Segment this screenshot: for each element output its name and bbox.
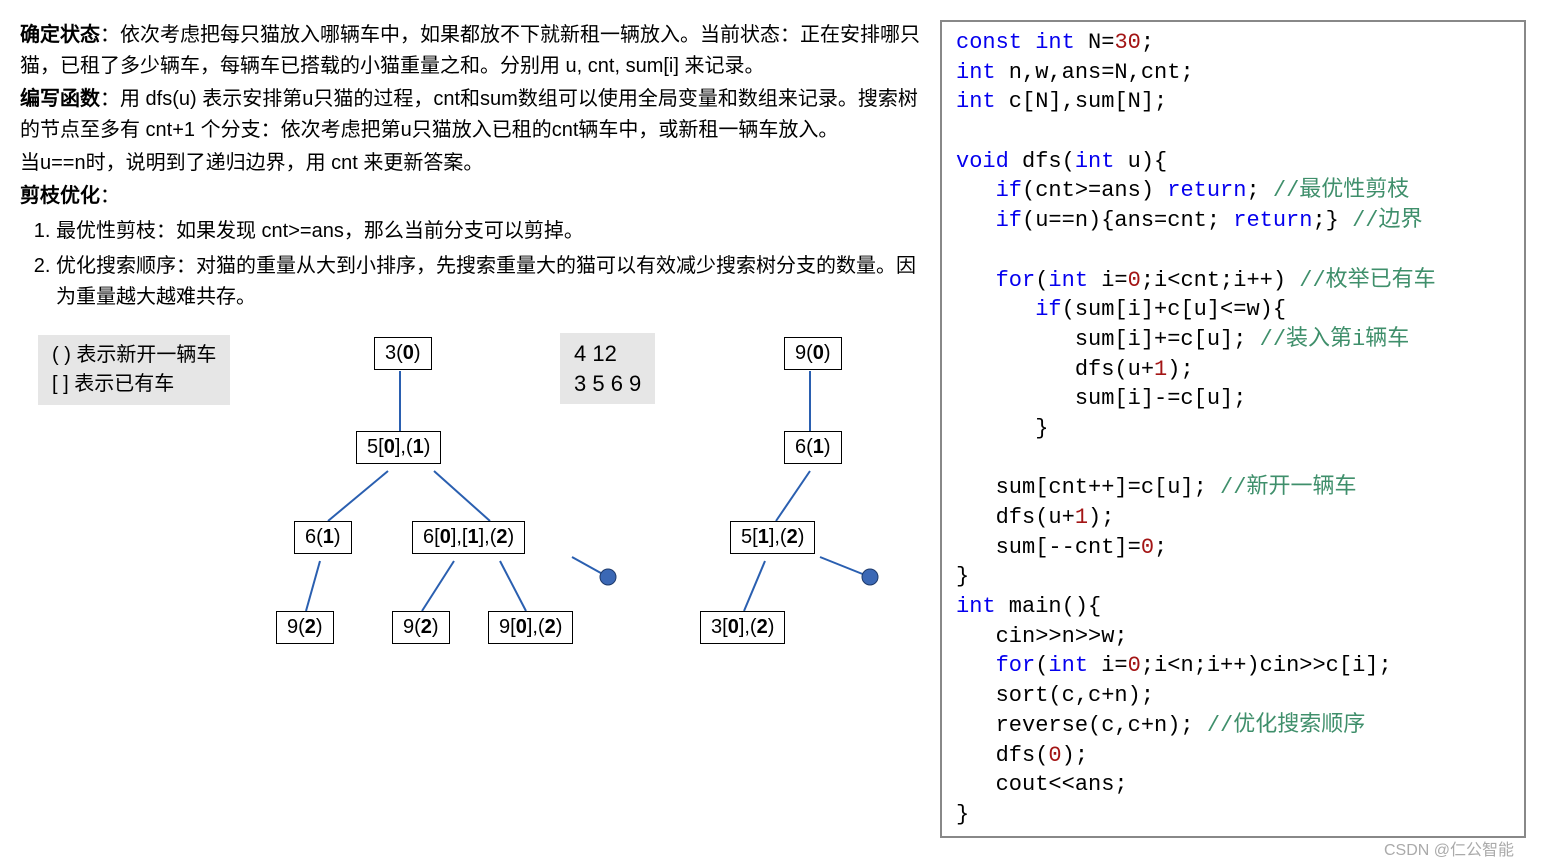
ltree-node-4: 6[0],[1],(2) (412, 521, 525, 554)
paragraph-state: 确定状态：依次考虑把每只猫放入哪辆车中，如果都放不下就新租一辆放入。当前状态：正… (20, 20, 920, 82)
paragraph-function: 编写函数：用 dfs(u) 表示安排第u只猫的过程，cnt和sum数组可以使用全… (20, 84, 920, 146)
ltree-node-3: 6(1) (294, 521, 352, 554)
rtree-node-4: 3[0],(2) (700, 611, 785, 644)
credit-watermark: CSDN @仁公智能 (1384, 840, 1514, 862)
prune-item-2: 优化搜索顺序：对猫的重量从大到小排序，先搜索重量大的猫可以有效减少搜索树分支的数… (56, 251, 920, 313)
ltree-node-7: 9[0],(2) (488, 611, 573, 644)
ltree-node-1: 3(0) (374, 337, 432, 370)
ltree-node-5: 9(2) (276, 611, 334, 644)
rtree-node-1: 9(0) (784, 337, 842, 370)
ltree-node-2: 5[0],(1) (356, 431, 441, 464)
tree-diagram: ( ) 表示新开一辆车 [ ] 表示已有车 4 12 3 5 6 9 (20, 323, 920, 683)
rtree-node-3: 5[1],(2) (730, 521, 815, 554)
ltree-node-6: 9(2) (392, 611, 450, 644)
rtree-node-2: 6(1) (784, 431, 842, 464)
prune-item-1: 最优性剪枝：如果发现 cnt>=ans，那么当前分支可以剪掉。 (56, 216, 920, 247)
paragraph-boundary: 当u==n时，说明到了递归边界，用 cnt 来更新答案。 (20, 148, 920, 179)
paragraph-prune-title: 剪枝优化： (20, 181, 920, 212)
prune-list: 最优性剪枝：如果发现 cnt>=ans，那么当前分支可以剪掉。 优化搜索顺序：对… (20, 216, 920, 313)
code-panel: const int N=30; int n,w,ans=N,cnt; int c… (940, 20, 1526, 838)
